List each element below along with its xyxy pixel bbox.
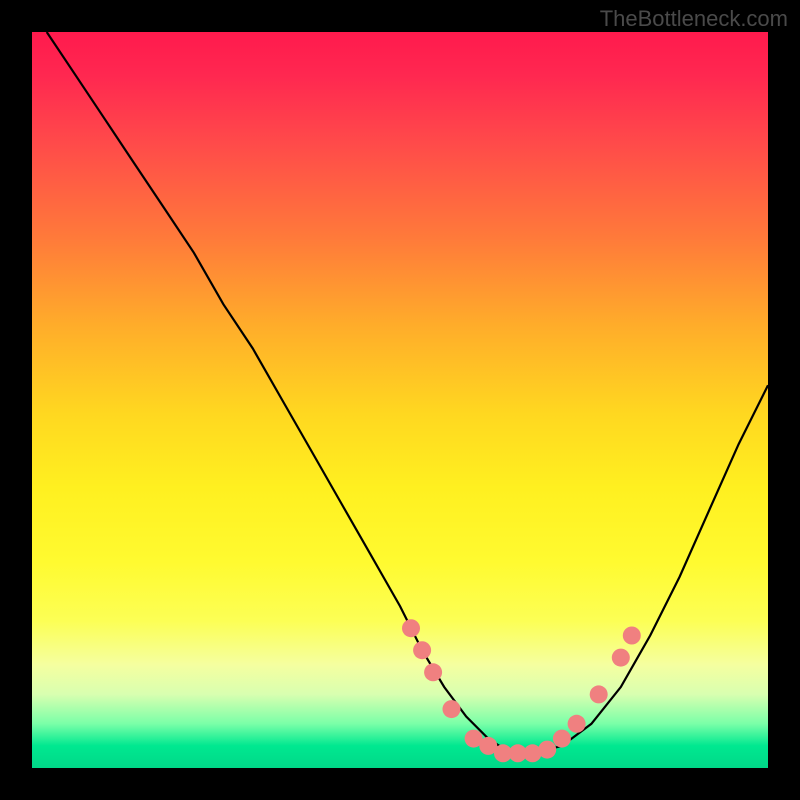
data-point-marker xyxy=(553,730,571,748)
chart-plot-area xyxy=(32,32,768,768)
data-point-marker xyxy=(402,619,420,637)
data-point-marker xyxy=(590,685,608,703)
data-point-marker xyxy=(612,649,630,667)
data-point-marker xyxy=(538,741,556,759)
bottleneck-curve xyxy=(47,32,768,753)
watermark-text: TheBottleneck.com xyxy=(600,6,788,32)
curve-markers xyxy=(402,619,641,762)
data-point-marker xyxy=(424,663,442,681)
data-point-marker xyxy=(568,715,586,733)
chart-svg xyxy=(32,32,768,768)
data-point-marker xyxy=(443,700,461,718)
data-point-marker xyxy=(413,641,431,659)
data-point-marker xyxy=(623,627,641,645)
